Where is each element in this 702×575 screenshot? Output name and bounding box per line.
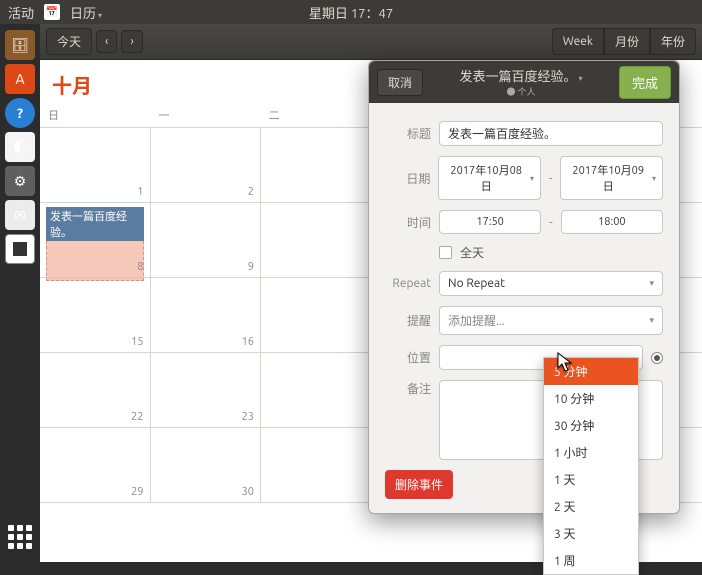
event-chip-title[interactable]: 发表一篇百度经验。	[46, 207, 144, 241]
day-cell[interactable]: 15	[40, 278, 151, 352]
view-toggle: Week 月份 年份	[552, 28, 696, 55]
location-marker-icon[interactable]	[651, 352, 663, 364]
today-button[interactable]: 今天	[46, 28, 92, 55]
dropdown-item[interactable]: 10 分钟	[544, 385, 638, 412]
dropdown-item[interactable]: 3 天	[544, 520, 638, 547]
day-cell[interactable]: 发表一篇百度经验。 8	[40, 203, 151, 277]
day-cell[interactable]: 9	[151, 203, 262, 277]
calendar-toolbar: 今天 ‹ › Week 月份 年份	[40, 24, 702, 60]
launcher-settings-icon[interactable]: ⚙	[5, 166, 35, 196]
cancel-button[interactable]: 取消	[377, 69, 423, 96]
label-date: 日期	[385, 170, 430, 187]
launcher-browser-icon[interactable]: ◐	[5, 132, 35, 162]
show-apps-icon[interactable]	[5, 522, 35, 552]
day-cell[interactable]: 30	[151, 428, 262, 502]
day-cell[interactable]	[261, 203, 372, 277]
day-cell[interactable]: 22	[40, 353, 151, 427]
view-week[interactable]: Week	[552, 28, 604, 55]
day-cell[interactable]: 29	[40, 428, 151, 502]
date-start-button[interactable]: 2017年10月08日▾	[438, 156, 541, 200]
event-chip-body[interactable]	[46, 241, 144, 281]
calendar-app-icon: 📅	[44, 4, 60, 20]
launcher-store-icon[interactable]: A	[5, 64, 35, 94]
prev-button[interactable]: ‹	[96, 30, 117, 53]
dialog-subtitle: ● 个人	[431, 85, 611, 98]
label-location: 位置	[385, 349, 431, 366]
launcher: 🗄 A ? ◐ ⚙ ✉	[0, 24, 40, 562]
dropdown-item[interactable]: 1 天	[544, 466, 638, 493]
day-name: 一	[150, 103, 260, 127]
dialog-header: 取消 发表一篇百度经验。▾ ● 个人 完成	[369, 61, 679, 103]
event-dialog: 取消 发表一篇百度经验。▾ ● 个人 完成 标题 日期 2017年10月08日▾…	[368, 60, 680, 514]
dialog-title: 发表一篇百度经验。▾	[431, 66, 611, 85]
time-start-button[interactable]: 17:50	[439, 210, 541, 234]
dash: -	[549, 172, 552, 185]
view-month[interactable]: 月份	[604, 28, 650, 55]
day-name: 日	[40, 103, 150, 127]
reminder-select[interactable]: 添加提醒...▾	[439, 306, 663, 335]
activity-label[interactable]: 活动	[8, 3, 34, 22]
dash: -	[549, 216, 552, 229]
launcher-help-icon[interactable]: ?	[5, 98, 35, 128]
dropdown-item[interactable]: 1 小时	[544, 439, 638, 466]
label-reminder: 提醒	[385, 312, 431, 329]
app-name[interactable]: 日历▾	[70, 3, 102, 22]
label-title: 标题	[385, 125, 431, 142]
label-time: 时间	[385, 214, 431, 231]
dropdown-item[interactable]: 5 分钟	[544, 358, 638, 385]
reminder-dropdown: 5 分钟 10 分钟 30 分钟 1 小时 1 天 2 天 3 天 1 周	[543, 357, 639, 575]
day-name: 二	[261, 103, 371, 127]
view-year[interactable]: 年份	[650, 28, 696, 55]
next-button[interactable]: ›	[121, 30, 142, 53]
day-cell[interactable]	[261, 428, 372, 502]
label-repeat: Repeat	[385, 277, 431, 290]
day-cell[interactable]	[261, 278, 372, 352]
repeat-select[interactable]: No Repeat▾	[439, 271, 663, 296]
dropdown-item[interactable]: 2 天	[544, 493, 638, 520]
done-button[interactable]: 完成	[619, 66, 671, 99]
day-cell[interactable]: 16	[151, 278, 262, 352]
clock[interactable]: 星期日 17：47	[309, 3, 393, 22]
day-cell[interactable]: 1	[40, 128, 151, 202]
dropdown-item[interactable]: 1 周	[544, 547, 638, 574]
launcher-calendar-icon[interactable]	[5, 234, 35, 264]
time-end-button[interactable]: 18:00	[561, 210, 663, 234]
date-end-button[interactable]: 2017年10月09日▾	[560, 156, 663, 200]
day-cell[interactable]	[261, 128, 372, 202]
launcher-mail-icon[interactable]: ✉	[5, 200, 35, 230]
label-allday: 全天	[460, 244, 484, 261]
day-cell[interactable]: 23	[151, 353, 262, 427]
menubar: 活动 📅 日历▾ 星期日 17：47	[0, 0, 702, 24]
title-field[interactable]	[439, 121, 663, 146]
delete-event-button[interactable]: 删除事件	[385, 470, 453, 499]
label-notes: 备注	[385, 380, 431, 397]
day-cell[interactable]	[261, 353, 372, 427]
allday-checkbox[interactable]	[439, 246, 452, 259]
day-cell[interactable]: 2	[151, 128, 262, 202]
launcher-files-icon[interactable]: 🗄	[5, 30, 35, 60]
dropdown-item[interactable]: 30 分钟	[544, 412, 638, 439]
